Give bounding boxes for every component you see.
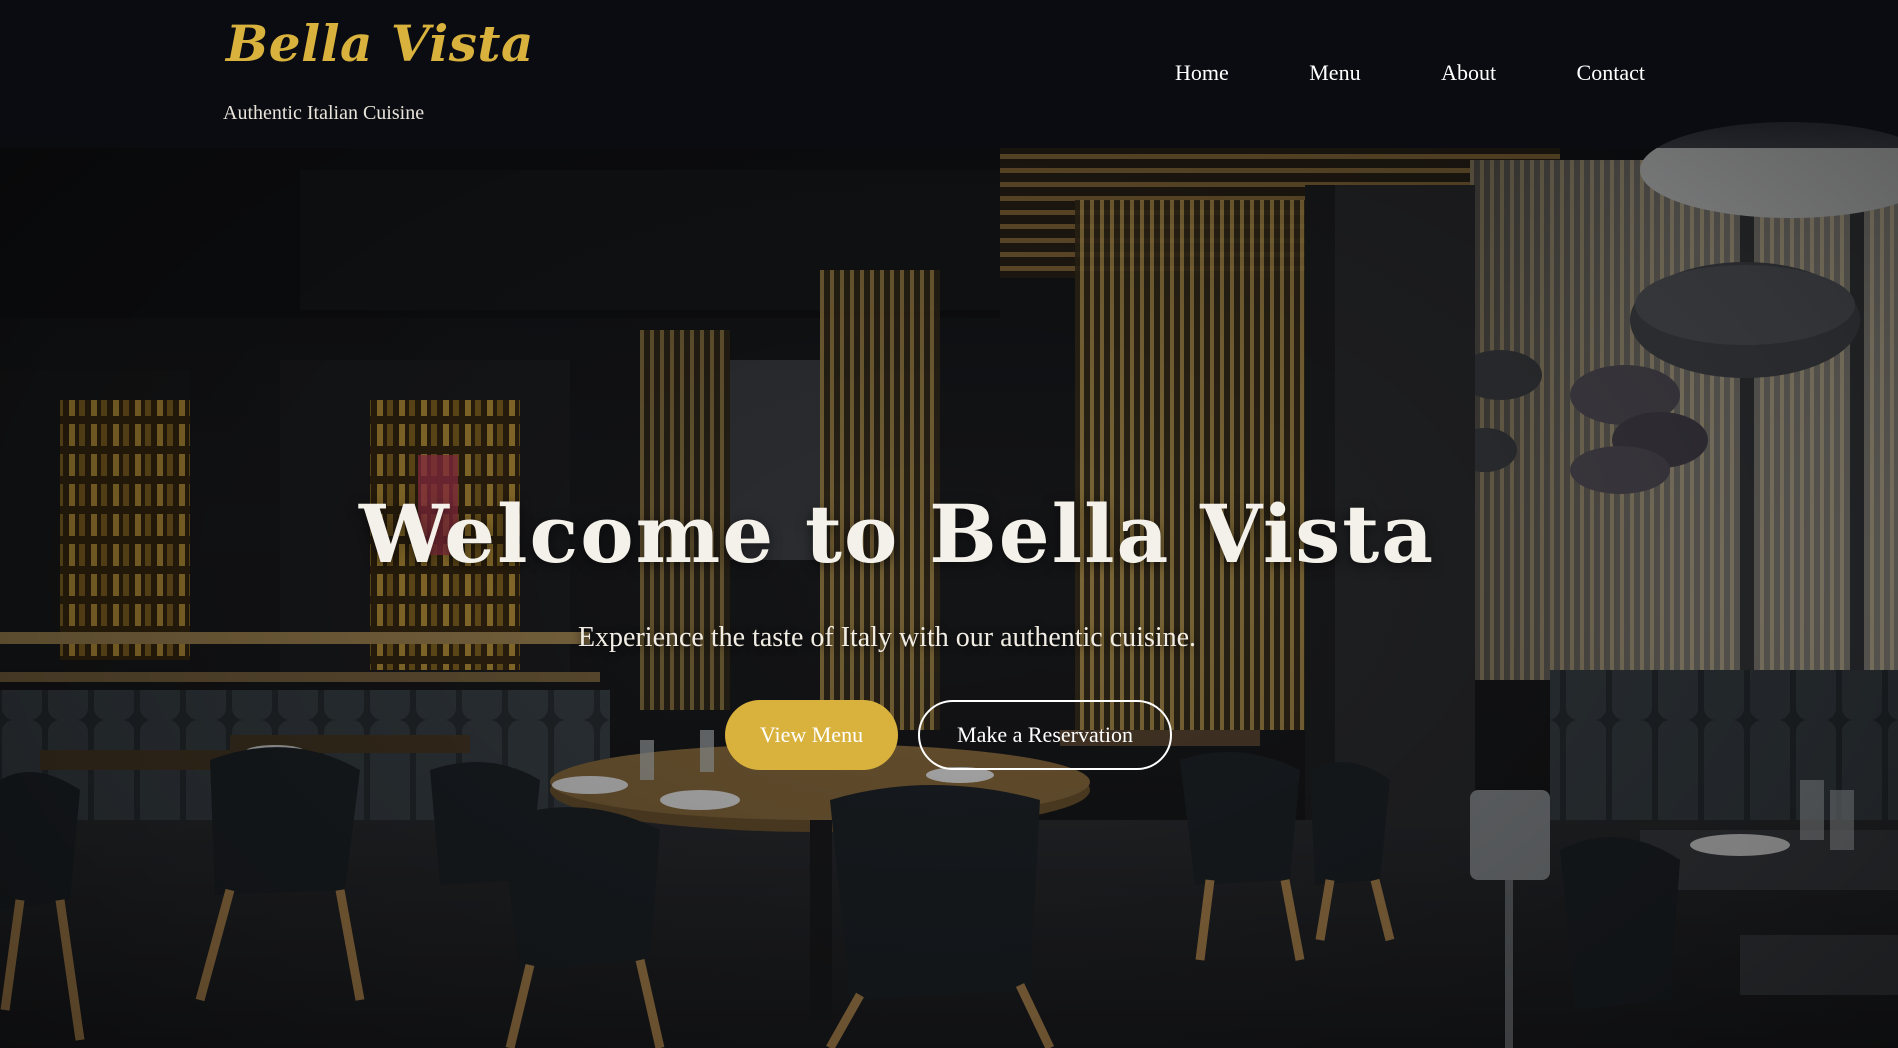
nav-menu-link[interactable]: Menu xyxy=(1284,56,1385,90)
hero-subtitle: Experience the taste of Italy with our a… xyxy=(577,622,1197,653)
nav-home-link[interactable]: Home xyxy=(1150,56,1254,90)
main-nav: Home Menu About Contact xyxy=(1150,56,1670,90)
brand-tagline: Authentic Italian Cuisine xyxy=(223,102,425,124)
view-menu-button[interactable]: View Menu xyxy=(725,700,898,770)
homepage: Bella Vista Authentic Italian Cuisine Ho… xyxy=(0,0,1898,1048)
nav-about-link[interactable]: About xyxy=(1416,56,1521,90)
hero-title: Welcome to Bella Vista xyxy=(358,487,1436,581)
logo[interactable]: Bella Vista xyxy=(226,16,534,71)
nav-contact-link[interactable]: Contact xyxy=(1552,56,1670,90)
make-reservation-button[interactable]: Make a Reservation xyxy=(918,700,1172,770)
